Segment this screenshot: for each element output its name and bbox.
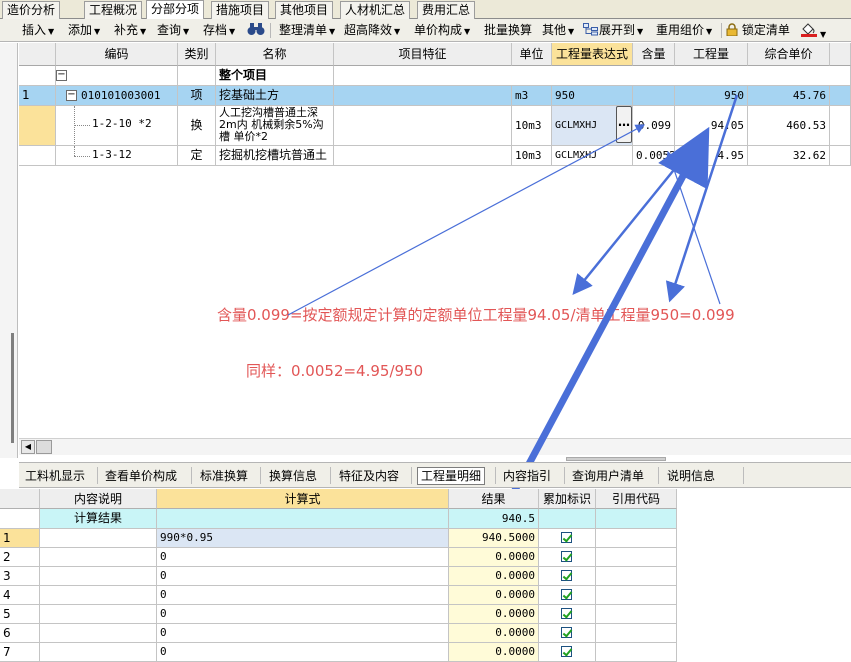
detail-formula[interactable]: 0 [157, 567, 449, 586]
detail-formula[interactable]: 0 [157, 643, 449, 662]
summary-desc: 计算结果 [40, 509, 157, 529]
accumulate-checkbox[interactable] [561, 551, 572, 562]
tab-convert-info[interactable]: 换算信息 [266, 467, 320, 485]
tab-content-guide[interactable]: 内容指引 [500, 467, 554, 485]
table-row[interactable] [40, 586, 157, 605]
tab-separator [97, 467, 98, 484]
arrow-to-list-quantity [665, 94, 739, 303]
summary-ref [596, 509, 677, 529]
detail-accum[interactable] [539, 643, 596, 662]
tab-query-user-list[interactable]: 查询用户清单 [569, 467, 647, 485]
table-row[interactable] [40, 624, 157, 643]
tab-description[interactable]: 说明信息 [664, 467, 718, 485]
detail-rownum: 4 [0, 586, 40, 605]
accumulate-checkbox[interactable] [561, 646, 572, 657]
tab-separator [411, 467, 412, 484]
detail-formula[interactable]: 0 [157, 605, 449, 624]
accumulate-checkbox[interactable] [561, 608, 572, 619]
tab-standard-convert[interactable]: 标准换算 [197, 467, 251, 485]
detail-header-result[interactable]: 结果 [449, 489, 539, 509]
tab-feature-content[interactable]: 特征及内容 [336, 467, 402, 485]
detail-header-desc[interactable]: 内容说明 [40, 489, 157, 509]
tab-quantity-detail[interactable]: 工程量明细 [417, 467, 486, 485]
detail-rownum [0, 509, 40, 529]
tab-view-unit-price[interactable]: 查看单价构成 [102, 467, 180, 485]
accumulate-checkbox[interactable] [561, 627, 572, 638]
detail-tab-bar: 工料机显示 查看单价构成 标准换算 换算信息 特征及内容 工程量明细 内容指引 … [19, 462, 851, 488]
accumulate-checkbox[interactable] [561, 589, 572, 600]
detail-rownum: 2 [0, 548, 40, 567]
detail-rownum: 6 [0, 624, 40, 643]
tab-separator [330, 467, 331, 484]
detail-result: 0.0000 [449, 624, 539, 643]
detail-header-ref[interactable]: 引用代码 [596, 489, 677, 509]
arrow-to-content-cell [287, 124, 646, 316]
detail-accum[interactable] [539, 624, 596, 643]
tab-separator [495, 467, 496, 484]
tab-separator [564, 467, 565, 484]
detail-accum[interactable] [539, 567, 596, 586]
accumulate-checkbox[interactable] [561, 570, 572, 581]
summary-result: 940.5 [449, 509, 539, 529]
table-row[interactable] [40, 567, 157, 586]
summary-accum [539, 509, 596, 529]
table-row[interactable] [40, 529, 157, 548]
detail-formula[interactable]: 0 [157, 624, 449, 643]
summary-formula [157, 509, 449, 529]
detail-result: 940.5000 [449, 529, 539, 548]
tab-separator [191, 467, 192, 484]
detail-result: 0.0000 [449, 586, 539, 605]
detail-ref[interactable] [596, 567, 677, 586]
detail-rownum: 3 [0, 567, 40, 586]
detail-rownum: 1 [0, 529, 40, 548]
detail-ref[interactable] [596, 529, 677, 548]
tab-separator [260, 467, 261, 484]
detail-header-formula[interactable]: 计算式 [157, 489, 449, 509]
table-row[interactable] [40, 548, 157, 567]
detail-formula[interactable]: 0 [157, 548, 449, 567]
detail-result: 0.0000 [449, 605, 539, 624]
detail-ref[interactable] [596, 605, 677, 624]
detail-result: 0.0000 [449, 548, 539, 567]
detail-header-accum[interactable]: 累加标识 [539, 489, 596, 509]
table-row[interactable] [40, 643, 157, 662]
tab-separator [743, 467, 744, 484]
detail-header-rownum [0, 489, 40, 509]
detail-rownum: 5 [0, 605, 40, 624]
tab-labor-machine[interactable]: 工料机显示 [22, 467, 88, 485]
detail-formula[interactable]: 0 [157, 586, 449, 605]
detail-grid: 内容说明 计算式 结果 累加标识 引用代码 计算结果 940.5 1 990*0.… [0, 489, 677, 662]
detail-accum[interactable] [539, 529, 596, 548]
detail-rownum: 7 [0, 643, 40, 662]
detail-result: 0.0000 [449, 643, 539, 662]
table-row[interactable] [40, 605, 157, 624]
detail-ref[interactable] [596, 624, 677, 643]
detail-result: 0.0000 [449, 567, 539, 586]
detail-formula[interactable]: 990*0.95 [157, 529, 449, 548]
detail-accum[interactable] [539, 548, 596, 567]
detail-accum[interactable] [539, 605, 596, 624]
accumulate-checkbox[interactable] [561, 532, 572, 543]
detail-ref[interactable] [596, 643, 677, 662]
detail-ref[interactable] [596, 548, 677, 567]
detail-accum[interactable] [539, 586, 596, 605]
detail-ref[interactable] [596, 586, 677, 605]
tab-separator [658, 467, 659, 484]
